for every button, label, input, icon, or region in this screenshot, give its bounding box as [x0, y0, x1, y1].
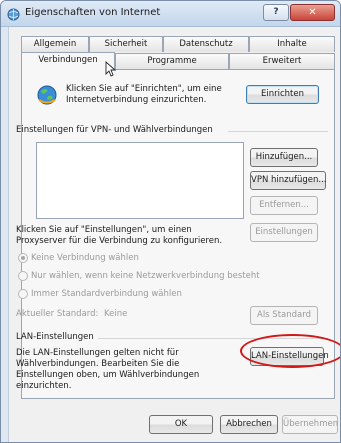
internet-properties-dialog: Eigenschaften von Internet ? ✕ Allgemein… [0, 0, 341, 443]
current-default-value: Keine [104, 309, 128, 319]
tab-erweitert[interactable]: Erweitert [229, 53, 335, 69]
radio-no-dial-label: Keine Verbindung wählen [31, 253, 139, 263]
tab-programme[interactable]: Programme [115, 53, 229, 69]
lan-description-line3: Einstellungen oben, um Wählverbindungen [16, 370, 200, 380]
lan-description-line4: einzurichten. [16, 381, 72, 391]
add-button[interactable]: Hinzufügen... [250, 148, 318, 167]
vpn-section-heading: Einstellungen für VPN- und Wählverbindun… [16, 125, 213, 135]
window-title: Eigenschaften von Internet [25, 7, 161, 18]
network-globe-icon [37, 85, 57, 105]
help-button[interactable]: ? [263, 4, 289, 21]
connections-listbox[interactable] [36, 142, 244, 219]
radio-no-dial[interactable] [18, 253, 28, 263]
setup-button[interactable]: Einrichten [246, 85, 319, 104]
tab-sicherheit[interactable]: Sicherheit [89, 36, 163, 52]
vpn-settings-button[interactable]: Einstellungen [250, 223, 318, 242]
current-default-label: Aktueller Standard: [16, 309, 99, 319]
window-left-frame [1, 27, 9, 442]
setup-description-line1: Klicken Sie auf "Einrichten", um eine [66, 84, 222, 94]
ok-button[interactable]: OK [149, 415, 213, 434]
radio-always-dial-label: Immer Standardverbindung wählen [31, 289, 182, 299]
mouse-cursor-icon [105, 61, 116, 77]
title-bar[interactable]: Eigenschaften von Internet ? ✕ [1, 1, 340, 27]
tab-allgemein[interactable]: Allgemein [21, 36, 89, 52]
lan-description-line2: Wählverbindungen. Bearbeiten Sie die [16, 359, 180, 369]
proxy-description-line1: Klicken Sie auf "Einstellungen", um eine… [16, 225, 192, 235]
close-button[interactable]: ✕ [290, 4, 335, 21]
internet-options-icon [7, 8, 20, 21]
radio-always-dial[interactable] [18, 289, 28, 299]
apply-button[interactable]: Übernehmen [282, 415, 338, 434]
annotation-circle [240, 334, 340, 368]
radio-dial-when-no-network-label: Nur wählen, wenn keine Netzwerkverbindun… [31, 271, 260, 281]
setup-description-line2: Internetverbindung einzurichten. [66, 95, 207, 105]
lan-description-line1: Die LAN-Einstellungen gelten nicht für [16, 348, 179, 358]
add-vpn-button[interactable]: VPN hinzufügen... [250, 171, 326, 190]
radio-dial-when-no-network[interactable] [18, 271, 28, 281]
remove-button[interactable]: Entfernen... [250, 196, 318, 215]
cancel-button[interactable]: Abbrechen [220, 415, 278, 434]
lan-section-heading: LAN-Einstellungen [16, 332, 94, 342]
set-default-button[interactable]: Als Standard [250, 306, 318, 325]
tab-datenschutz[interactable]: Datenschutz [163, 36, 249, 52]
proxy-description-line2: Proxyserver für die Verbindung zu konfig… [16, 236, 223, 246]
tab-inhalte[interactable]: Inhalte [249, 36, 335, 52]
vpn-section-divider [228, 131, 328, 132]
tab-verbindungen[interactable]: Verbindungen [21, 52, 115, 70]
